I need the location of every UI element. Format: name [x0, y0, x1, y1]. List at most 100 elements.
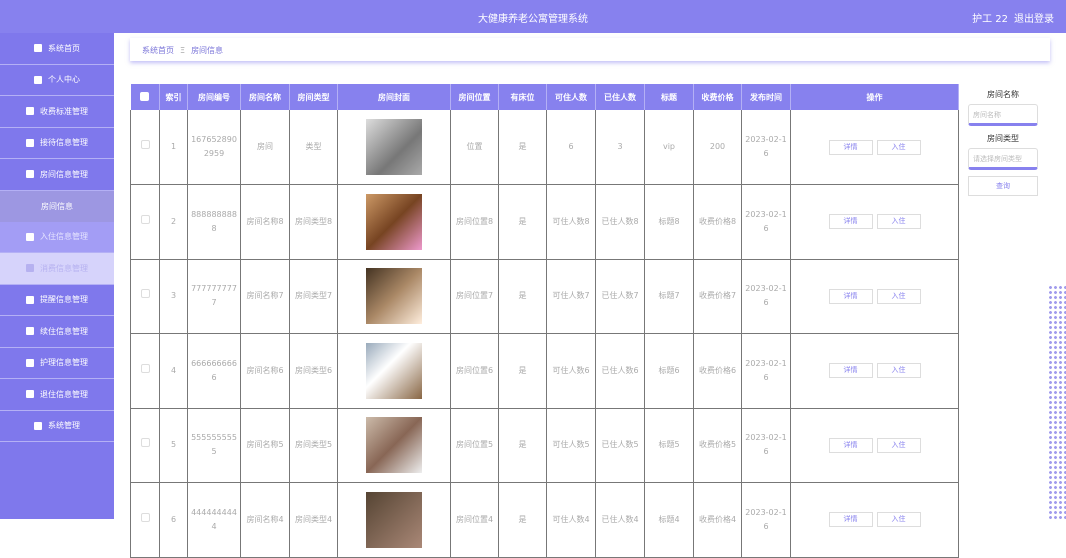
sidebar-item-7[interactable]: 消费信息管理: [0, 253, 114, 285]
sidebar-item-1[interactable]: 个人中心: [0, 65, 114, 96]
cell: 4444444444: [191, 507, 237, 531]
sidebar-item-label: 房间信息: [41, 201, 73, 211]
sidebar-item-4[interactable]: 房间信息管理: [0, 159, 114, 191]
cell: 房间位置6: [455, 365, 494, 375]
room-table: 索引 房间编号 房间名称 房间类型 房间封面 房间位置 有床位 可住人数 已住人数 标题 收费价格发…: [130, 84, 959, 558]
cell: 是: [518, 216, 527, 226]
column-header: 房间位置: [450, 84, 499, 110]
sidebar-item-label: 系统管理: [48, 421, 80, 431]
cell: 标题5: [658, 440, 680, 450]
column-header[interactable]: [130, 84, 160, 110]
detail-button[interactable]: 详情: [828, 288, 873, 304]
cell: 房间位置8: [455, 216, 494, 226]
sidebar-item-9[interactable]: 续住信息管理: [0, 316, 114, 348]
cell: 房间类型7: [294, 291, 333, 301]
cell: 2023-02-16: [745, 209, 787, 233]
cell: 房间位置4: [455, 514, 494, 524]
checkin-button[interactable]: 入住: [876, 437, 921, 453]
cell: 房间名称6: [246, 365, 284, 375]
grid-icon: [26, 264, 34, 273]
cell: 房间位置5: [455, 440, 494, 450]
table-row: 5 5555555555 房间名称5 房间类型5 房间位置5 是可住人数5 已住人数5 标题5…: [130, 408, 959, 483]
query-button[interactable]: 查询: [968, 176, 1038, 196]
row-checkbox[interactable]: [140, 289, 150, 299]
sidebar-item-label: 接待信息管理: [40, 138, 88, 148]
cell: 房间类型5: [294, 440, 333, 450]
checkin-button[interactable]: 入住: [876, 214, 921, 230]
cell: 已住人数7: [601, 291, 639, 301]
cell: 可住人数5: [552, 440, 590, 450]
sidebar-item-12[interactable]: 系统管理: [0, 411, 114, 442]
message-icon: [26, 390, 34, 399]
sidebar-item-6[interactable]: 入住信息管理: [0, 221, 114, 253]
cell: 200: [709, 142, 726, 151]
sidebar-item-3[interactable]: 接待信息管理: [0, 128, 114, 159]
row-checkbox[interactable]: [140, 512, 150, 522]
cell: 房间类型4: [294, 514, 333, 524]
sidebar-item-2[interactable]: 收费标准管理: [0, 96, 114, 128]
sidebar-item-11[interactable]: 退住信息管理: [0, 379, 114, 411]
app-title: 大健康养老公寓管理系统: [478, 14, 588, 25]
room-cover-image: [366, 491, 422, 548]
decorative-dots: [1048, 285, 1066, 519]
room-name-input[interactable]: 房间名称: [968, 104, 1038, 126]
checkin-button[interactable]: 入住: [876, 288, 921, 304]
table-row: 2 8888888888 房间名称8 房间类型8 房间位置8 是 可住人数8 已住人数8 标题8…: [130, 184, 959, 260]
sidebar-item-label: 提醒信息管理: [40, 295, 88, 305]
cell: 房间类型8: [294, 216, 333, 226]
cell: 已住人数5: [601, 440, 639, 450]
cell: 可住人数8: [552, 216, 590, 226]
column-header: 可住人数: [546, 84, 596, 110]
sidebar-item-label: 系统首页: [48, 43, 80, 53]
cell: 是: [518, 291, 527, 301]
column-header: 操作: [790, 84, 959, 110]
sidebar-item-10[interactable]: 护理信息管理: [0, 348, 114, 379]
sidebar-item-label: 个人中心: [48, 75, 80, 85]
cell: 房间类型6: [294, 365, 333, 375]
checkin-button[interactable]: 入住: [876, 512, 921, 528]
cell: 是: [518, 365, 527, 375]
row-checkbox[interactable]: [140, 214, 150, 224]
cell: 是: [518, 440, 527, 450]
sidebar-item-label: 消费信息管理: [40, 263, 88, 273]
sidebar-item-5[interactable]: 房间信息: [0, 190, 114, 222]
checkin-button[interactable]: 入住: [876, 363, 921, 379]
grid-icon: [26, 138, 34, 147]
table-row: 1 1676528902959 房间 类型 位置 是 6 3 vip 200 2023-02-16 详…: [130, 110, 959, 185]
cell: 2: [170, 216, 177, 226]
logout-link[interactable]: 退出登录: [1014, 14, 1054, 25]
select-all-checkbox[interactable]: [140, 91, 150, 101]
cell: 2023-02-16: [745, 358, 787, 382]
row-checkbox[interactable]: [140, 438, 150, 448]
detail-button[interactable]: 详情: [828, 512, 873, 528]
cell: 8888888888: [191, 209, 237, 233]
row-checkbox[interactable]: [140, 363, 150, 373]
detail-button[interactable]: 详情: [828, 139, 873, 155]
user-name: 护工 22: [972, 14, 1008, 25]
checkin-button[interactable]: 入住: [876, 139, 921, 155]
grid-icon: [26, 232, 34, 241]
detail-button[interactable]: 详情: [828, 214, 873, 230]
column-header: 有床位: [498, 84, 547, 110]
cell: 3: [170, 291, 177, 301]
sidebar-item-0[interactable]: 系统首页: [0, 33, 114, 65]
column-header: 房间编号: [187, 84, 241, 110]
cell: 位置: [466, 142, 483, 151]
detail-button[interactable]: 详情: [828, 437, 873, 453]
cell: 是: [518, 514, 527, 524]
sidebar-item-label: 入住信息管理: [40, 232, 88, 242]
cell: 标题4: [658, 514, 680, 524]
top-bar: 大健康养老公寓管理系统 护工 22 退出登录: [0, 0, 1066, 33]
room-type-select[interactable]: 请选择房间类型: [968, 148, 1038, 170]
cell: 2023-02-16: [745, 284, 787, 308]
cell: 房间名称8: [246, 216, 284, 226]
detail-button[interactable]: 详情: [828, 363, 873, 379]
breadcrumb-separator: Ξ: [180, 46, 186, 55]
cell: 收费价格5: [698, 440, 737, 450]
table-row: 6 4444444444 房间名称4 房间类型4 房间位置4 是 可住人数4 已住人数4 标题4…: [130, 482, 959, 558]
column-header: 发布时间: [741, 84, 791, 110]
cell: 房间位置7: [455, 291, 494, 301]
row-checkbox[interactable]: [140, 140, 150, 149]
sidebar-item-8[interactable]: 提醒信息管理: [0, 285, 114, 316]
breadcrumb-home[interactable]: 系统首页: [142, 46, 174, 55]
